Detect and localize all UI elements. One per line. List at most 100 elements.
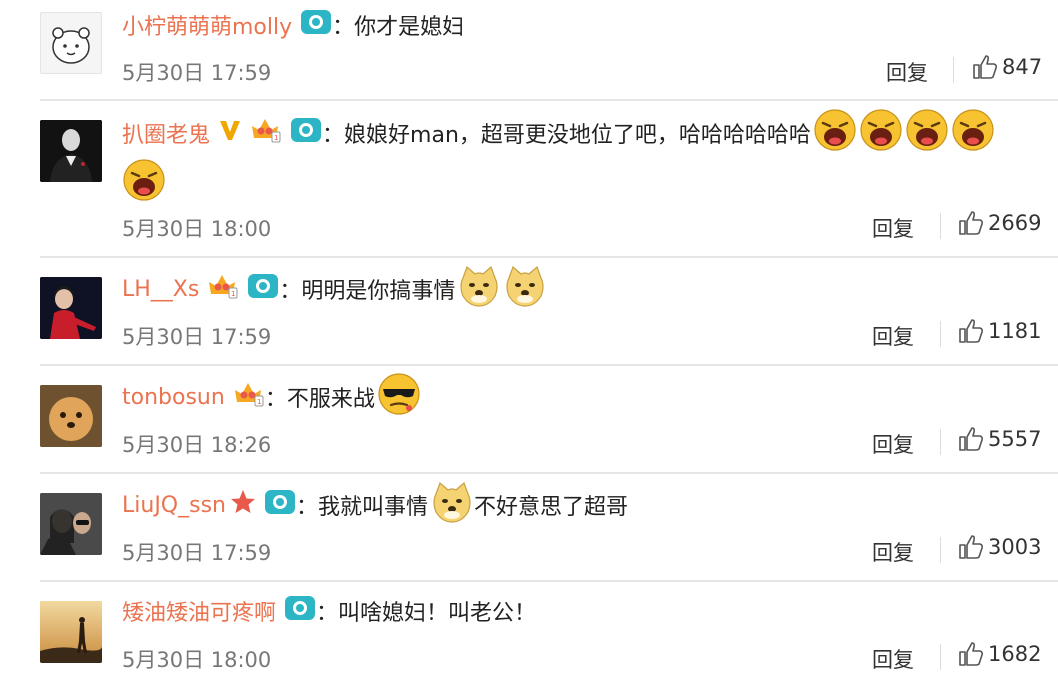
comment-text-continued: 不好意思了超哥 [474,495,629,520]
colon: ： [322,123,345,148]
comment-text: 你才是媳妇 [354,15,465,40]
reply-button[interactable]: 回复 [872,644,914,674]
like-count: 5557 [988,427,1042,451]
separator [940,429,941,455]
avatar[interactable] [40,493,102,555]
laugh-emoji [813,108,857,158]
camera-icon[interactable] [300,8,332,42]
comment-text: 娘娘好man，超哥更没地位了吧，哈哈哈哈哈哈 [344,123,811,148]
thumbs-up-icon [959,535,984,559]
star-icon[interactable] [230,489,256,521]
avatar[interactable] [40,12,102,74]
bear-avatar-icon [41,13,101,73]
comment-item: LH__Xs 1 ： 明明是你搞事情 5月30日 17:59 回复 1181 [0,257,1058,366]
comment-item: 小柠萌萌萌molly ： 你才是媳妇 5月30日 17:59 回复 847 [0,0,1058,101]
separator [940,321,941,347]
comment-text: 不服来战 [286,387,375,412]
laugh-emoji [951,108,995,158]
comment-text: 我就叫事情 [318,495,429,520]
like-button[interactable]: 5557 [958,426,1041,452]
comment-time: 5月30日 17:59 [122,541,272,565]
username-link[interactable]: 扒圈老鬼 [122,117,210,149]
reply-button[interactable]: 回复 [886,57,928,87]
like-count: 1181 [988,319,1042,343]
camera-icon[interactable] [264,488,296,522]
username-link[interactable]: LiuJQ_ssn [122,493,226,518]
laugh-emoji [122,158,166,208]
camera-icon[interactable] [247,272,279,306]
separator [940,537,941,563]
like-button[interactable]: 847 [972,54,1042,80]
comment-item: tonbosun 1 ： 不服来战 5月30日 18:26 回复 5557 [0,365,1058,474]
verified-v-icon[interactable] [218,118,242,148]
doge-emoji [503,264,547,314]
comment-item: 矮油矮油可疼啊 ： 叫啥媳妇！叫老公！ 5月30日 18:00 回复 1682 [0,581,1058,684]
comment-time: 5月30日 17:59 [122,61,272,85]
thumbs-up-icon [959,427,984,451]
colon: ： [316,601,339,626]
like-button[interactable]: 1181 [958,318,1041,344]
member-crown-icon[interactable]: 1 [207,272,239,306]
member-crown-icon[interactable]: 1 [250,116,282,150]
comment-line: 小柠萌萌萌molly ： 你才是媳妇 [122,5,464,45]
comment-time: 5月30日 18:26 [122,433,272,457]
member-crown-icon[interactable]: 1 [233,380,265,414]
avatar[interactable] [40,120,102,182]
comment-line: LH__Xs 1 ： 明明是你搞事情 [122,265,547,309]
colon: ： [332,15,355,40]
thumbs-up-icon [959,642,984,666]
camera-icon[interactable] [284,594,316,628]
dog-avatar-icon [40,385,102,447]
laugh-emoji [905,108,949,158]
comment-text: 叫啥媳妇！叫老公！ [338,601,537,626]
username-link[interactable]: tonbosun [122,385,225,410]
camera-icon[interactable] [290,116,322,150]
reply-button[interactable]: 回复 [872,321,914,351]
like-count: 2669 [988,211,1042,235]
comment-time: 5月30日 17:59 [122,325,272,349]
reply-button[interactable]: 回复 [872,429,914,459]
colon: ： [264,387,287,412]
like-count: 3003 [988,535,1042,559]
comment-time: 5月30日 18:00 [122,217,272,241]
sunset-avatar-icon [40,601,102,663]
like-count: 847 [1002,55,1043,79]
laugh-emoji [859,108,903,158]
username-link[interactable]: 矮油矮油可疼啊 [122,595,276,627]
comment-item: 扒圈老鬼 1 ： 娘娘好man，超哥更没地位了吧，哈哈哈哈哈哈 5月30日 18… [0,100,1058,258]
comment-item: LiuJQ_ssn ： 我就叫事情 不好意思了超哥 5月30日 17:59 回复… [0,473,1058,582]
svg-text:1: 1 [274,134,278,142]
avatar[interactable] [40,277,102,339]
comment-time: 5月30日 18:00 [122,648,272,672]
comment-line: tonbosun 1 ： 不服来战 [122,373,421,417]
comment-text: 明明是你搞事情 [301,279,456,304]
like-button[interactable]: 3003 [958,534,1041,560]
like-count: 1682 [988,642,1042,666]
colon: ： [279,279,302,304]
godfather-avatar-icon [40,120,102,182]
username-link[interactable]: LH__Xs [122,277,199,302]
comment-line: 扒圈老鬼 1 ： 娘娘好man，超哥更没地位了吧，哈哈哈哈哈哈 [122,109,995,153]
comment-line: LiuJQ_ssn ： 我就叫事情 不好意思了超哥 [122,481,629,525]
like-button[interactable]: 1682 [958,641,1041,667]
svg-text:1: 1 [231,290,235,298]
separator [940,644,941,670]
couple-avatar-icon [40,493,102,555]
doge-emoji [457,264,501,314]
thumbs-up-icon [959,211,984,235]
comment-line-continued [122,158,166,208]
cool-emoji [377,372,421,422]
reply-button[interactable]: 回复 [872,537,914,567]
svg-text:1: 1 [257,398,261,406]
separator [953,57,954,83]
separator [940,213,941,239]
reply-button[interactable]: 回复 [872,213,914,243]
like-button[interactable]: 2669 [958,210,1041,236]
comment-line: 矮油矮油可疼啊 ： 叫啥媳妇！叫老公！ [122,591,536,631]
doge-emoji [430,480,474,530]
avatar[interactable] [40,601,102,663]
avatar[interactable] [40,385,102,447]
username-link[interactable]: 小柠萌萌萌molly [122,9,292,41]
thumbs-up-icon [959,319,984,343]
colon: ： [295,495,318,520]
